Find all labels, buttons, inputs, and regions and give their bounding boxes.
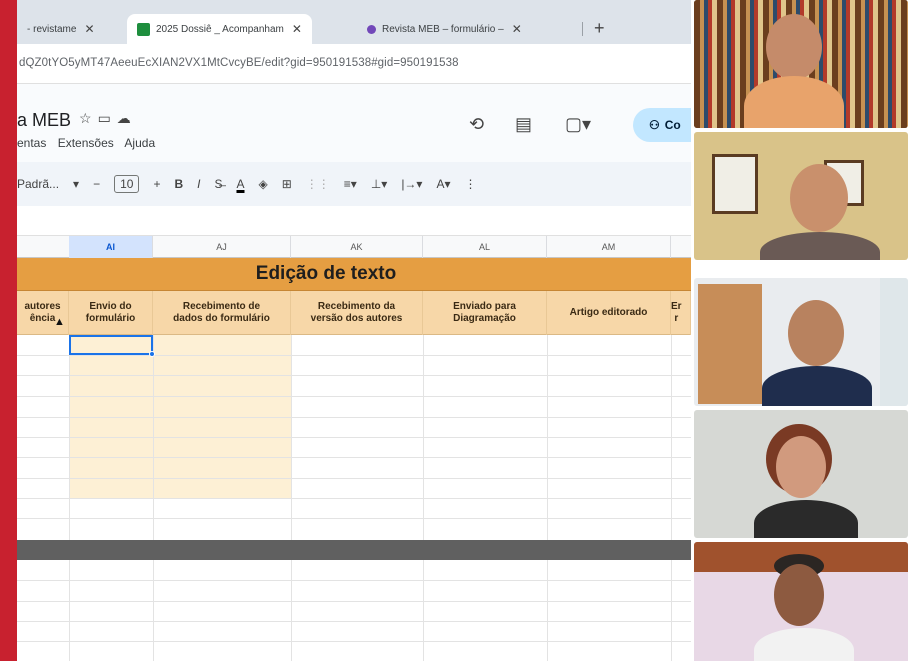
column-headers: AI AJ AK AL AM (17, 236, 691, 258)
tab-title: Revista MEB – formulário – (382, 23, 504, 35)
header-cell[interactable]: autores ência (17, 291, 69, 335)
folder-icon[interactable]: ▭ (98, 110, 117, 126)
video-tile-participant-2[interactable] (694, 132, 908, 260)
tab-separator (582, 22, 583, 36)
mouse-cursor-icon: ▲ (54, 316, 65, 328)
column-header-aj[interactable]: AJ (153, 236, 291, 258)
participant-face (790, 164, 848, 232)
sheets-icon (137, 22, 150, 36)
participant-face (766, 14, 822, 80)
borders-icon[interactable]: ⊞ (282, 177, 292, 191)
menu-bar: entas Extensões Ajuda (17, 136, 163, 150)
cell-grid[interactable] (17, 335, 691, 661)
browser-tab[interactable]: Revista MEB – formulário – ✕ (357, 14, 532, 44)
chevron-down-icon[interactable]: ▾ (73, 177, 79, 191)
align-horizontal-icon[interactable]: ≡▾ (344, 177, 357, 191)
url-text: dQZ0tYO5yMT47AeeuEcXIAN2VX1MtCvcyBE/edit… (19, 57, 459, 69)
header-cell[interactable]: Envio do formulário (69, 291, 153, 335)
column-header-ak[interactable]: AK (291, 236, 423, 258)
people-icon: ⚇ (649, 118, 660, 132)
window (880, 278, 908, 406)
bold-button[interactable]: B (174, 177, 183, 191)
participant-body (754, 500, 858, 538)
participant-body (754, 628, 854, 661)
participant-face (776, 436, 826, 498)
shared-screen: - revistame ✕ 2025 Dossiê _ Acompanham ✕… (17, 0, 691, 661)
text-color-button[interactable]: A (236, 177, 244, 191)
column-header-am[interactable]: AM (547, 236, 671, 258)
left-accent-bar (0, 0, 17, 661)
column-header-ai[interactable]: AI (69, 236, 153, 258)
participant-face (788, 300, 844, 366)
wall-frame (712, 154, 758, 214)
formula-bar[interactable] (17, 206, 691, 236)
merge-cells-icon[interactable]: ⋮⋮ (306, 177, 330, 191)
comments-icon[interactable]: ▤ (515, 114, 532, 135)
format-toolbar: Padrã... ▾ − 10 + B I S̶ A ◈ ⊞ ⋮⋮ ≡▾ ⊥▾ … (17, 162, 691, 206)
decrease-font-button[interactable]: − (93, 177, 100, 191)
participant-face (774, 564, 824, 626)
section-banner[interactable]: Edição de texto (17, 258, 691, 291)
header-cell[interactable]: Recebimento da versão dos autores (291, 291, 423, 335)
header-cell[interactable]: Enviado para Diagramação (423, 291, 547, 335)
close-icon[interactable]: ✕ (292, 22, 302, 36)
fill-color-icon[interactable]: ◈ (259, 177, 268, 191)
header-cell[interactable]: Recebimento de dados do formulário (153, 291, 291, 335)
column-header-al[interactable]: AL (423, 236, 547, 258)
cloud-icon: ☁ (116, 110, 137, 126)
title-actions: ☆▭☁ (79, 110, 137, 127)
separator-row[interactable] (17, 540, 691, 560)
video-call-panel (691, 0, 908, 661)
sheets-header: a MEB ☆▭☁ entas Extensões Ajuda ⟲ ▤ ▢▾ ⚇… (17, 84, 691, 162)
italic-button[interactable]: I (197, 177, 200, 191)
browser-tab[interactable]: - revistame ✕ (17, 14, 105, 44)
selected-cell[interactable] (69, 335, 153, 355)
video-tile-participant-4[interactable] (694, 410, 908, 538)
header-cell[interactable]: Er r (671, 291, 691, 335)
video-tile-participant-5[interactable] (694, 542, 908, 661)
participant-body (760, 232, 880, 260)
new-tab-icon[interactable]: + (594, 18, 605, 39)
address-bar[interactable]: dQZ0tYO5yMT47AeeuEcXIAN2VX1MtCvcyBE/edit… (17, 44, 691, 84)
align-vertical-icon[interactable]: ⊥▾ (371, 177, 387, 191)
text-rotation-icon[interactable]: A▾ (436, 177, 450, 191)
font-size-input[interactable]: 10 (114, 175, 140, 193)
share-button[interactable]: ⚇ Co (633, 108, 691, 142)
tab-title: 2025 Dossiê _ Acompanham (156, 23, 284, 35)
star-icon[interactable]: ☆ (79, 110, 98, 126)
tab-title: - revistame (27, 23, 77, 35)
video-tile-participant-3[interactable] (694, 278, 908, 406)
close-icon[interactable]: ✕ (512, 22, 522, 36)
drums-background (698, 284, 762, 404)
fill-handle[interactable] (149, 351, 155, 357)
menu-item[interactable]: entas (17, 136, 46, 150)
history-icon[interactable]: ⟲ (469, 114, 484, 135)
more-options-icon[interactable]: ⋮ (464, 177, 476, 191)
increase-font-button[interactable]: + (153, 177, 160, 191)
font-family-select[interactable]: Padrã... (17, 177, 59, 191)
meet-icon[interactable]: ▢▾ (565, 114, 591, 135)
text-wrap-icon[interactable]: |→▾ (401, 177, 422, 191)
browser-tab-strip: - revistame ✕ 2025 Dossiê _ Acompanham ✕… (17, 0, 691, 44)
forms-icon (367, 24, 376, 34)
browser-tab-active[interactable]: 2025 Dossiê _ Acompanham ✕ (127, 14, 312, 44)
menu-item-extensions[interactable]: Extensões (58, 136, 114, 150)
video-tile-participant-1[interactable] (694, 0, 908, 128)
document-title[interactable]: a MEB (17, 110, 71, 131)
close-icon[interactable]: ✕ (84, 22, 94, 36)
participant-body (762, 366, 872, 406)
header-cell[interactable]: Artigo editorado (547, 291, 671, 335)
share-label: Co (664, 118, 681, 132)
section-banner-label: Edição de texto (255, 263, 397, 284)
header-row: autores ência Envio do formulário Recebi… (17, 291, 691, 335)
participant-body (744, 76, 844, 128)
strikethrough-button[interactable]: S̶ (214, 177, 222, 191)
menu-item-help[interactable]: Ajuda (124, 136, 155, 150)
